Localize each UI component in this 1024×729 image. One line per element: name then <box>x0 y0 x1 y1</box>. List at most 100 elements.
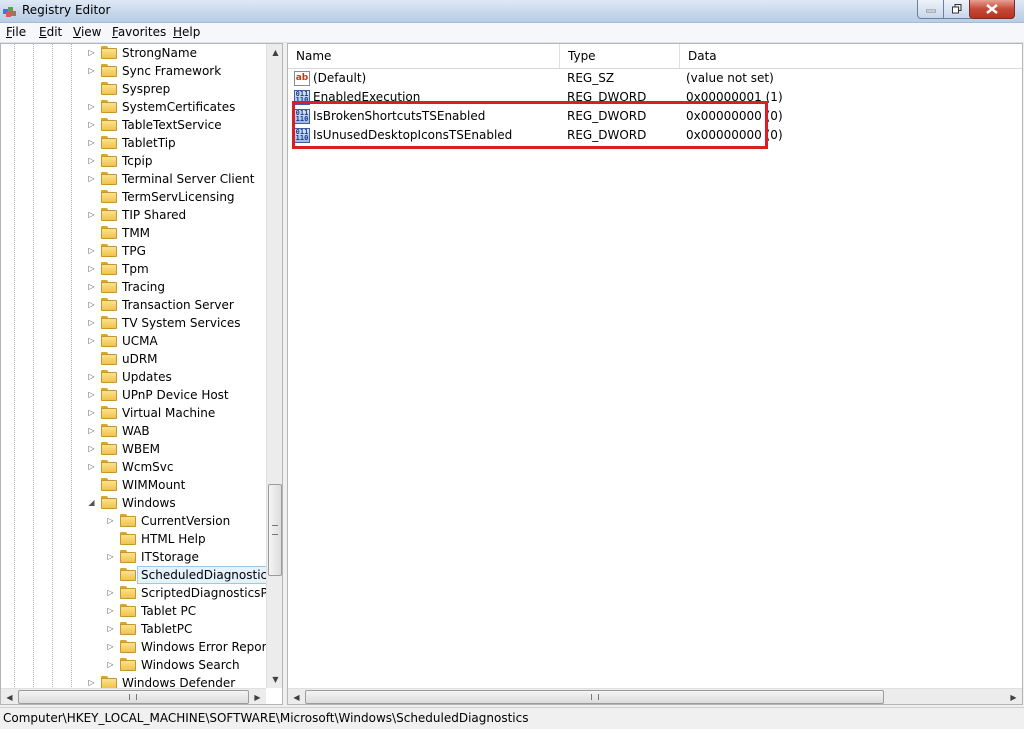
tree-item[interactable]: ▷ CurrentVersion <box>1 512 266 530</box>
menu-edit[interactable]: Edit <box>39 25 62 39</box>
tree-item-label[interactable]: TabletTip <box>122 134 176 152</box>
tree-item-label[interactable]: ITStorage <box>141 548 199 566</box>
expand-arrow-icon[interactable]: ▷ <box>106 548 115 566</box>
expand-arrow-icon[interactable]: ▷ <box>87 62 96 80</box>
expand-arrow-icon[interactable]: ▷ <box>106 656 115 674</box>
expand-arrow-icon[interactable]: ▷ <box>87 458 96 476</box>
scroll-right-icon[interactable]: ▶ <box>249 689 266 704</box>
expand-arrow-icon[interactable]: ▷ <box>87 260 96 278</box>
tree-item[interactable]: ◢ Windows <box>1 494 266 512</box>
tree-item[interactable]: ▷ Updates <box>1 368 266 386</box>
tree-item-label[interactable]: TV System Services <box>122 314 241 332</box>
expand-arrow-icon[interactable]: ▷ <box>87 332 96 350</box>
tree-item[interactable]: ▷ TPG <box>1 242 266 260</box>
tree-item[interactable]: ▷ UPnP Device Host <box>1 386 266 404</box>
tree-item-label[interactable]: HTML Help <box>141 530 206 548</box>
tree-item[interactable]: ▷ Tablet PC <box>1 602 266 620</box>
value-row[interactable]: ab (Default) REG_SZ (value not set) <box>288 69 1022 88</box>
expand-arrow-icon[interactable]: ▷ <box>87 422 96 440</box>
tree-item-label[interactable]: Updates <box>122 368 172 386</box>
tree-item-label[interactable]: Windows Error Reportin <box>141 638 282 656</box>
tree-item[interactable]: TMM <box>1 224 266 242</box>
tree-item-label[interactable]: Sync Framework <box>122 62 221 80</box>
column-header-name[interactable]: Name <box>288 44 560 68</box>
key-tree-pane[interactable]: ▷ StrongName ▷ Sync Framework Sysprep ▷ System… <box>0 43 283 705</box>
tree-item-label[interactable]: Tpm <box>122 260 149 278</box>
scroll-left-icon[interactable]: ◀ <box>1 689 18 704</box>
tree-item-label[interactable]: TableTextService <box>122 116 222 134</box>
tree-item-label[interactable]: WIMMount <box>122 476 185 494</box>
menu-view[interactable]: View <box>73 25 101 39</box>
list-horizontal-scroll-thumb[interactable] <box>305 690 884 704</box>
tree-item-label[interactable]: Tcpip <box>122 152 152 170</box>
expand-arrow-icon[interactable]: ▷ <box>87 44 96 62</box>
tree-item-label[interactable]: Windows <box>122 494 176 512</box>
tree-item[interactable]: ▷ TabletTip <box>1 134 266 152</box>
tree-item[interactable]: ▷ WAB <box>1 422 266 440</box>
tree-horizontal-scroll-thumb[interactable] <box>18 690 249 704</box>
column-header-data[interactable]: Data <box>680 44 1022 68</box>
expand-arrow-icon[interactable]: ▷ <box>87 440 96 458</box>
tree-item[interactable]: ▷ TIP Shared <box>1 206 266 224</box>
scroll-left-icon[interactable]: ◀ <box>288 689 305 704</box>
expand-arrow-icon[interactable] <box>106 530 115 548</box>
expand-arrow-icon[interactable]: ▷ <box>87 206 96 224</box>
expand-arrow-icon[interactable]: ▷ <box>87 386 96 404</box>
tree-item[interactable]: ▷ ScriptedDiagnosticsProv <box>1 584 282 602</box>
scroll-right-icon[interactable]: ▶ <box>1005 689 1022 704</box>
tree-item-label[interactable]: SystemCertificates <box>122 98 235 116</box>
tree-vertical-scrollbar[interactable]: ▲ ▼ <box>266 44 282 688</box>
expand-arrow-icon[interactable]: ▷ <box>106 638 115 656</box>
expand-arrow-icon[interactable]: ▷ <box>87 404 96 422</box>
expand-arrow-icon[interactable] <box>87 476 96 494</box>
tree-item-label[interactable]: ScheduledDiagnostics <box>137 566 278 584</box>
tree-item[interactable]: ▷ Transaction Server <box>1 296 266 314</box>
tree-item-label[interactable]: TMM <box>122 224 150 242</box>
tree-item-label[interactable]: TIP Shared <box>122 206 186 224</box>
tree-item-label[interactable]: Sysprep <box>122 80 170 98</box>
expand-arrow-icon[interactable]: ▷ <box>106 620 115 638</box>
column-header-type[interactable]: Type <box>560 44 680 68</box>
close-button[interactable] <box>969 0 1015 19</box>
expand-arrow-icon[interactable]: ▷ <box>87 116 96 134</box>
scroll-up-icon[interactable]: ▲ <box>267 44 282 61</box>
expand-arrow-icon[interactable] <box>87 188 96 206</box>
tree-item[interactable]: ▷ Tcpip <box>1 152 266 170</box>
expand-arrow-icon[interactable]: ▷ <box>87 242 96 260</box>
menu-file[interactable]: File <box>6 25 26 39</box>
expand-arrow-icon[interactable]: ▷ <box>87 314 96 332</box>
tree-item[interactable]: HTML Help <box>1 530 266 548</box>
tree-item-label[interactable]: WBEM <box>122 440 160 458</box>
tree-item[interactable]: ▷ SystemCertificates <box>1 98 266 116</box>
tree-item[interactable]: uDRM <box>1 350 266 368</box>
tree-item[interactable]: ▷ StrongName <box>1 44 266 62</box>
tree-item-label[interactable]: uDRM <box>122 350 158 368</box>
tree-vertical-scroll-thumb[interactable] <box>268 484 282 576</box>
expand-arrow-icon[interactable]: ▷ <box>87 98 96 116</box>
value-name[interactable]: (Default) <box>313 69 366 88</box>
expand-arrow-icon[interactable]: ▷ <box>87 152 96 170</box>
tree-item-label[interactable]: Virtual Machine <box>122 404 215 422</box>
tree-item[interactable]: TermServLicensing <box>1 188 266 206</box>
tree-horizontal-scrollbar[interactable]: ◀ ▶ <box>1 688 266 704</box>
tree-item-label[interactable]: WcmSvc <box>122 458 173 476</box>
menu-favorites[interactable]: Favorites <box>112 25 166 39</box>
tree-item[interactable]: Sysprep <box>1 80 266 98</box>
expand-arrow-icon[interactable] <box>87 80 96 98</box>
expand-arrow-icon[interactable]: ▷ <box>106 602 115 620</box>
expand-arrow-icon[interactable] <box>106 566 115 584</box>
values-list-pane[interactable]: Name Type Data ab (Default) REG_SZ (value n… <box>287 43 1023 705</box>
list-horizontal-scrollbar[interactable]: ◀ ▶ <box>288 688 1022 704</box>
tree-item-label[interactable]: StrongName <box>122 44 197 62</box>
tree-item-label[interactable]: Windows Search <box>141 656 240 674</box>
expand-arrow-icon[interactable]: ▷ <box>87 278 96 296</box>
tree-item-label[interactable]: UPnP Device Host <box>122 386 229 404</box>
expand-arrow-icon[interactable]: ▷ <box>87 296 96 314</box>
expand-arrow-icon[interactable]: ▷ <box>106 512 115 530</box>
menu-help[interactable]: Help <box>173 25 200 39</box>
tree-item[interactable]: ▷ Windows Error Reportin <box>1 638 282 656</box>
tree-item[interactable]: ▷ Sync Framework <box>1 62 266 80</box>
tree-item[interactable]: ▷ Windows Search <box>1 656 266 674</box>
tree-item[interactable]: ▷ TabletPC <box>1 620 266 638</box>
expand-arrow-icon[interactable]: ▷ <box>106 584 115 602</box>
